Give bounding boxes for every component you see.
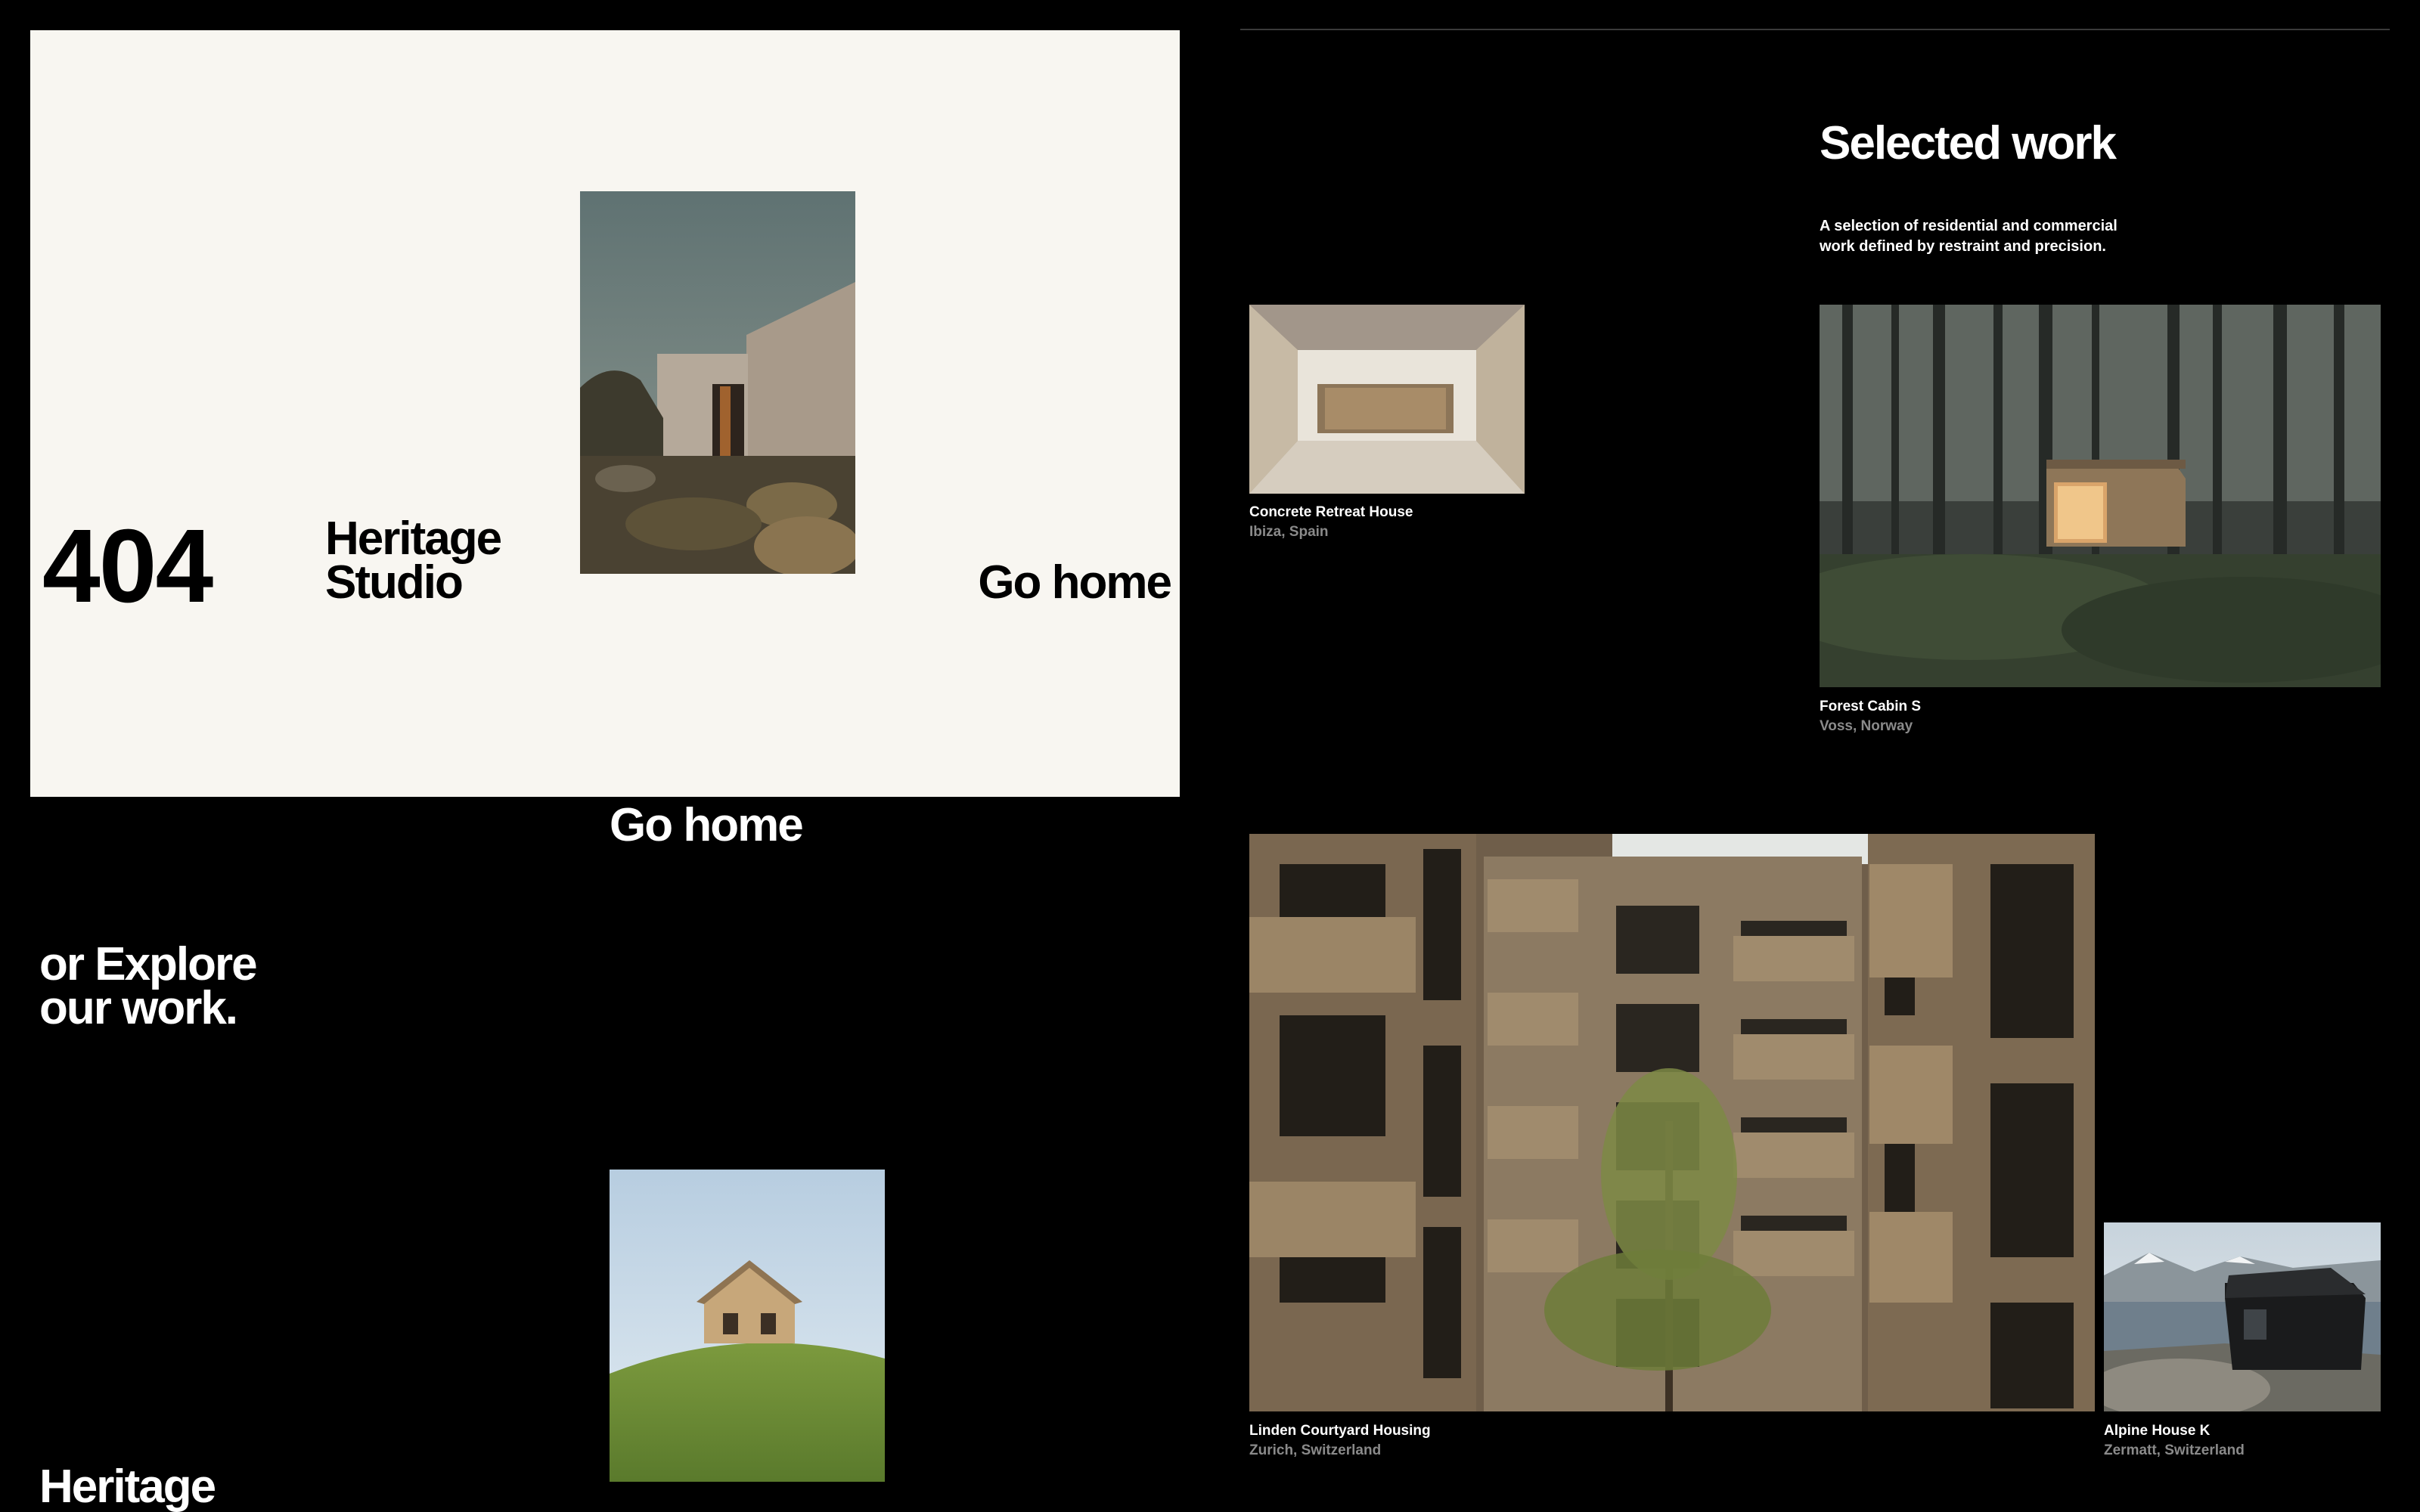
project-caption: Forest Cabin S Voss, Norway xyxy=(1820,697,1921,736)
studio-name-line1: Heritage xyxy=(325,513,502,565)
section-title: Selected work xyxy=(1820,117,2117,169)
explore-line1: or Explore xyxy=(39,938,258,990)
project-caption: Alpine House K Zermatt, Switzerland xyxy=(2104,1421,2245,1460)
project-photo-alpine-house[interactable] xyxy=(2104,1222,2381,1411)
section-description: A selection of residential and commercia… xyxy=(1820,218,2118,255)
project-location: Voss, Norway xyxy=(1820,717,1913,734)
project-location: Ibiza, Spain xyxy=(1249,523,1329,540)
hill-cabin-photo xyxy=(610,1170,885,1482)
go-home-link[interactable]: Go home xyxy=(978,559,1172,606)
concrete-doorway-photo xyxy=(580,191,855,574)
project-location: Zurich, Switzerland xyxy=(1249,1442,1382,1458)
footer-brand: Heritage xyxy=(39,1464,216,1512)
studio-name: Heritage Studio xyxy=(325,513,502,609)
studio-name-line2: Studio xyxy=(325,556,464,609)
project-name[interactable]: Concrete Retreat House xyxy=(1249,503,1413,522)
project-location: Zermatt, Switzerland xyxy=(2104,1442,2245,1458)
project-caption: Linden Courtyard Housing Zurich, Switzer… xyxy=(1249,1421,1431,1460)
explore-line2: our work. xyxy=(39,981,238,1034)
project-photo-concrete-retreat[interactable] xyxy=(1249,305,1525,494)
error-code: 404 xyxy=(42,508,213,624)
project-name[interactable]: Forest Cabin S xyxy=(1820,697,1921,717)
top-divider xyxy=(1240,29,2390,30)
project-caption: Concrete Retreat House Ibiza, Spain xyxy=(1249,503,1413,541)
explore-prompt: or Explore our work. xyxy=(39,938,258,1034)
project-name[interactable]: Linden Courtyard Housing xyxy=(1249,1421,1431,1441)
project-photo-linden-courtyard[interactable] xyxy=(1249,834,2095,1411)
go-home-link-secondary[interactable]: Go home xyxy=(610,798,804,852)
project-photo-forest-cabin[interactable] xyxy=(1820,305,2381,687)
project-name[interactable]: Alpine House K xyxy=(2104,1421,2245,1441)
